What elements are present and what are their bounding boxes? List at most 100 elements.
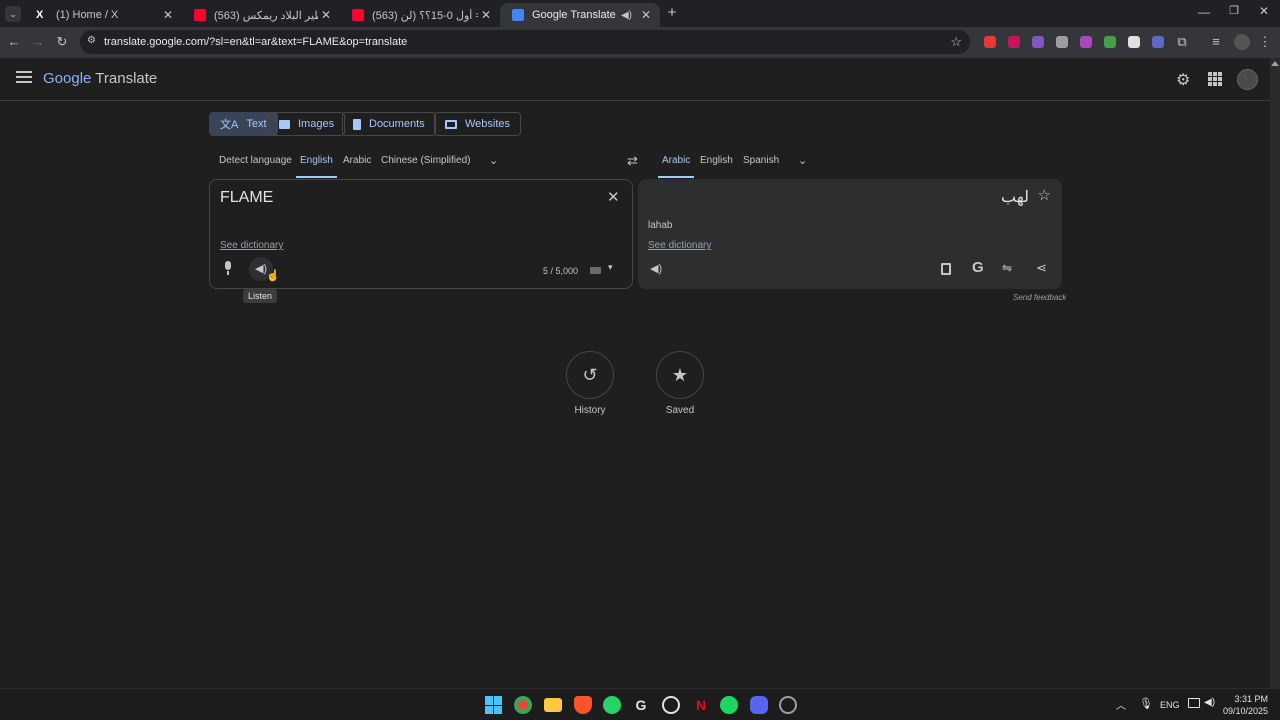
image-icon [279, 119, 290, 129]
mode-label: Text [246, 118, 267, 130]
app-logo[interactable]: Google Translate [43, 70, 157, 87]
input-tools-chevron-icon[interactable]: ▾ [608, 262, 613, 273]
extension-icon[interactable] [984, 36, 996, 48]
extension-icon[interactable] [1128, 36, 1140, 48]
browser-tab[interactable]: (563) أول فوت = أول 0-15؟؟ (لن... ✕ [340, 3, 500, 27]
app-icon[interactable]: G [632, 696, 650, 714]
send-feedback-link[interactable]: Send feedback [1013, 293, 1066, 302]
rate-translation-icon[interactable]: ⇋ [1002, 261, 1012, 275]
main-menu-icon[interactable] [16, 71, 32, 85]
spotify-icon[interactable] [720, 696, 738, 714]
google-translate-icon [512, 9, 524, 21]
keyboard-icon[interactable] [590, 267, 601, 274]
settings-gear-icon[interactable]: ⚙ [1176, 70, 1190, 90]
profile-avatar[interactable] [1234, 34, 1250, 50]
apps-grid-icon[interactable] [1208, 72, 1222, 86]
save-translation-star-icon[interactable]: ☆ [1038, 186, 1051, 204]
close-tab-icon[interactable]: ✕ [638, 8, 654, 22]
close-tab-icon[interactable]: ✕ [478, 8, 494, 22]
document-icon [353, 118, 361, 130]
microphone-tray-icon[interactable]: 🎙︎ [1139, 697, 1153, 710]
extensions-puzzle-icon[interactable]: ⧉ [1173, 33, 1191, 51]
address-bar[interactable]: ⚙ translate.google.com/?sl=en&tl=ar&text… [80, 30, 970, 54]
target-lang-more-chevron-icon[interactable]: ⌄ [798, 154, 807, 167]
tab-search-button[interactable]: ⌄ [5, 6, 21, 22]
extension-icon[interactable] [1032, 36, 1044, 48]
browser-tab[interactable]: (563) باطير البلاد ريمكس / Tube ✕ [182, 3, 340, 27]
websites-mode-button[interactable]: Websites [434, 112, 522, 136]
discord-icon[interactable] [750, 696, 768, 714]
target-lang-arabic[interactable]: Arabic [658, 154, 695, 178]
restore-button[interactable]: ❐ [1226, 4, 1242, 17]
browser-tab[interactable]: X (1) Home / X ✕ [24, 3, 182, 27]
browser-tab-active[interactable]: Google Translate ◀) ✕ [500, 3, 660, 27]
tab-title: (1) Home / X [56, 9, 119, 21]
close-tab-icon[interactable]: ✕ [318, 8, 334, 22]
chrome-taskbar-icon[interactable] [514, 696, 532, 714]
copy-translation-icon[interactable] [941, 263, 951, 275]
page-scrollbar[interactable] [1270, 58, 1280, 688]
app-icon[interactable] [779, 696, 797, 714]
target-see-dictionary-link[interactable]: See dictionary [648, 240, 711, 251]
source-lang-detect[interactable]: Detect language [219, 154, 292, 178]
extension-icon[interactable] [1104, 36, 1116, 48]
share-translation-icon[interactable]: ⋖ [1036, 260, 1047, 276]
source-lang-chinese[interactable]: Chinese (Simplified) [381, 154, 470, 178]
bookmark-star-icon[interactable]: ☆ [950, 34, 962, 50]
source-see-dictionary-link[interactable]: See dictionary [220, 240, 283, 251]
input-language[interactable]: ENG [1160, 700, 1180, 710]
microphone-icon[interactable] [223, 261, 233, 276]
documents-mode-button[interactable]: Documents [342, 112, 436, 136]
mouse-cursor-icon: ☝ [266, 270, 280, 282]
chrome-menu-icon[interactable]: ⋮ [1256, 33, 1274, 51]
network-icon[interactable] [1188, 698, 1200, 708]
source-lang-more-chevron-icon[interactable]: ⌄ [489, 154, 498, 167]
browser-toolbar: ← → ↻ ⚙ translate.google.com/?sl=en&tl=a… [0, 27, 1280, 58]
translate-icon: 文A [220, 119, 239, 131]
file-explorer-icon[interactable] [544, 698, 562, 712]
source-textarea[interactable]: FLAME [220, 189, 273, 207]
app-icon[interactable] [662, 696, 680, 714]
clock-time[interactable]: 3:31 PM [1232, 694, 1268, 704]
brave-browser-icon[interactable] [574, 696, 592, 714]
extension-icon[interactable] [1008, 36, 1020, 48]
minimize-button[interactable]: — [1196, 5, 1212, 19]
target-lang-spanish[interactable]: Spanish [743, 154, 779, 178]
reload-icon[interactable]: ↻ [53, 33, 71, 51]
google-search-icon[interactable]: G [972, 259, 984, 276]
extension-icon[interactable] [1056, 36, 1068, 48]
saved-label: Saved [665, 405, 695, 416]
extension-icon[interactable] [1152, 36, 1164, 48]
close-window-button[interactable]: ✕ [1256, 4, 1272, 18]
back-icon[interactable]: ← [5, 33, 23, 51]
mode-label: Images [298, 118, 335, 130]
forward-icon[interactable]: → [29, 33, 47, 51]
audio-playing-icon[interactable]: ◀) [621, 10, 632, 21]
source-text-panel: FLAME ✕ See dictionary ◀) ☝ Listen 5 / 5… [209, 179, 633, 303]
windows-start-icon[interactable] [485, 696, 503, 714]
clear-text-icon[interactable]: ✕ [607, 188, 620, 206]
translate-wordmark: Translate [95, 70, 158, 87]
whatsapp-icon[interactable] [603, 696, 621, 714]
source-lang-arabic[interactable]: Arabic [343, 154, 371, 178]
images-mode-button[interactable]: Images [268, 112, 346, 136]
saved-button[interactable]: ★ [656, 351, 704, 399]
media-control-icon[interactable]: ≡ [1207, 33, 1225, 51]
volume-icon[interactable]: ◀) [1204, 697, 1215, 708]
source-lang-english[interactable]: English [296, 154, 337, 178]
taskbar: G N ︿ 🎙︎ ENG ◀) 3:31 PM 09/10/2025 [0, 688, 1280, 720]
site-info-icon[interactable]: ⚙ [87, 35, 96, 46]
youtube-icon [194, 9, 206, 21]
target-listen-speaker-icon[interactable]: ◀) [650, 262, 662, 275]
close-tab-icon[interactable]: ✕ [160, 8, 176, 22]
show-hidden-icons-chevron-icon[interactable]: ︿ [1116, 697, 1126, 712]
translated-text: لهب [1001, 189, 1029, 206]
extension-icon[interactable] [1080, 36, 1092, 48]
new-tab-button[interactable]: + [664, 5, 680, 21]
netflix-icon[interactable]: N [692, 696, 710, 714]
swap-languages-icon[interactable]: ⇄ [627, 153, 638, 169]
target-lang-english[interactable]: English [700, 154, 733, 178]
history-button[interactable]: ↺ [566, 351, 614, 399]
clock-date[interactable]: 09/10/2025 [1220, 706, 1268, 716]
account-avatar[interactable] [1237, 69, 1258, 90]
